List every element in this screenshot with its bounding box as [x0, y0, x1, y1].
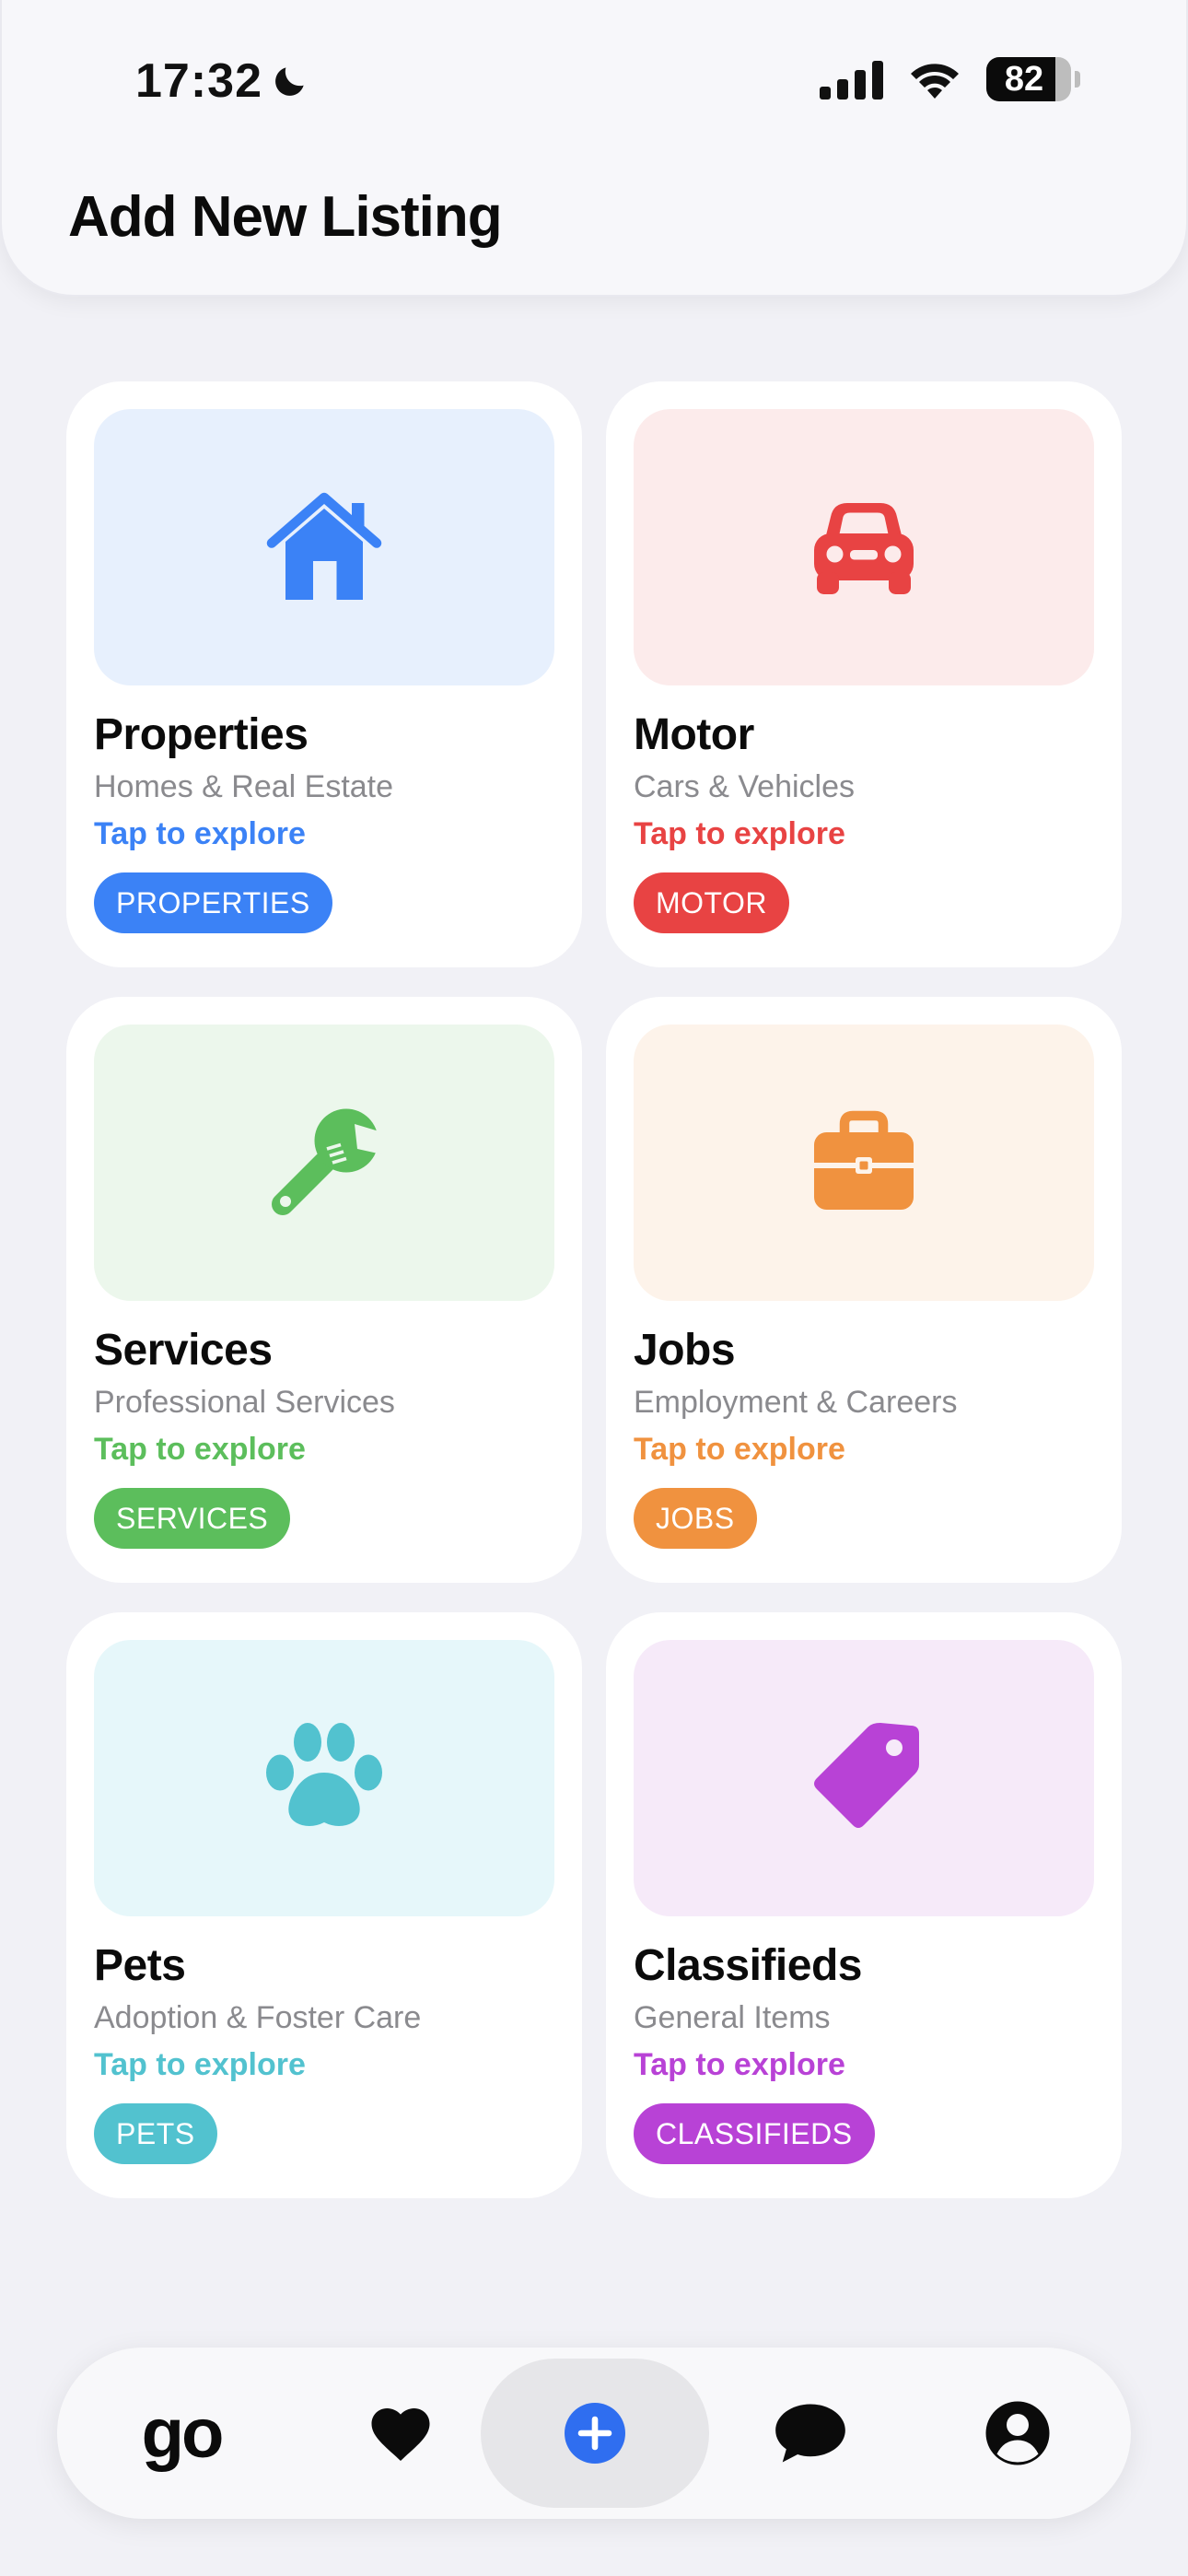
category-name: Pets	[94, 1941, 186, 1990]
category-card-properties[interactable]: Properties Homes & Real Estate Tap to ex…	[66, 381, 582, 967]
page: 17:32 82 Add New Listing Properties Home…	[0, 0, 1188, 2576]
category-tag: JOBS	[634, 1488, 757, 1549]
category-name: Services	[94, 1326, 273, 1375]
category-card-motor[interactable]: Motor Cars & Vehicles Tap to explore MOT…	[606, 381, 1122, 967]
category-card-jobs[interactable]: Jobs Employment & Careers Tap to explore…	[606, 997, 1122, 1583]
category-name: Motor	[634, 710, 754, 759]
category-card-services[interactable]: Services Professional Services Tap to ex…	[66, 997, 582, 1583]
category-subtitle: Professional Services	[94, 1385, 395, 1420]
battery-level: 82	[1004, 59, 1044, 99]
chat-bubble-icon	[775, 2404, 845, 2463]
tap-to-explore-link[interactable]: Tap to explore	[94, 2047, 554, 2083]
category-thumb	[94, 409, 554, 685]
category-tag: CLASSIFIEDS	[634, 2103, 875, 2164]
cellular-signal-icon	[820, 59, 883, 100]
tab-favorites[interactable]	[350, 2348, 451, 2519]
tag-icon	[814, 1723, 919, 1828]
battery-icon: 82	[986, 57, 1071, 101]
header: 17:32 82 Add New Listing	[0, 0, 1188, 297]
category-tag: PROPERTIES	[94, 872, 332, 933]
moon-icon	[275, 67, 304, 96]
tab-messages[interactable]	[755, 2348, 866, 2519]
tap-to-explore-link[interactable]: Tap to explore	[634, 816, 1094, 852]
clock-text: 17:32	[135, 54, 262, 108]
go-logo: go	[141, 2394, 225, 2473]
tab-profile[interactable]	[967, 2348, 1068, 2519]
category-tag: PETS	[94, 2103, 217, 2164]
page-title: Add New Listing	[68, 185, 503, 249]
tap-to-explore-link[interactable]: Tap to explore	[94, 816, 554, 852]
status-icons: 82	[820, 55, 1080, 103]
category-subtitle: Cars & Vehicles	[634, 769, 855, 804]
wifi-icon	[911, 64, 959, 99]
plus-circle-icon	[565, 2403, 625, 2464]
house-icon	[266, 492, 382, 600]
profile-icon	[985, 2401, 1050, 2465]
paw-icon	[266, 1723, 382, 1826]
heart-icon	[371, 2408, 430, 2461]
category-grid: Properties Homes & Real Estate Tap to ex…	[66, 381, 1122, 2198]
car-icon	[814, 503, 914, 594]
category-thumb	[634, 1640, 1094, 1916]
briefcase-icon	[814, 1110, 914, 1210]
category-subtitle: General Items	[634, 2000, 831, 2035]
category-thumb	[94, 1640, 554, 1916]
tab-add-listing[interactable]	[481, 2348, 709, 2519]
category-subtitle: Employment & Careers	[634, 1385, 958, 1420]
status-time: 17:32	[135, 53, 310, 109]
tap-to-explore-link[interactable]: Tap to explore	[94, 1432, 554, 1468]
category-card-pets[interactable]: Pets Adoption & Foster Care Tap to explo…	[66, 1612, 582, 2198]
tab-home[interactable]: go	[122, 2348, 241, 2519]
wrench-icon	[272, 1108, 382, 1215]
category-tag: SERVICES	[94, 1488, 291, 1549]
tap-to-explore-link[interactable]: Tap to explore	[634, 1432, 1094, 1468]
category-thumb	[634, 1025, 1094, 1301]
category-name: Jobs	[634, 1326, 736, 1375]
category-thumb	[634, 409, 1094, 685]
add-tab-highlight	[481, 2359, 709, 2508]
category-subtitle: Homes & Real Estate	[94, 769, 394, 804]
category-name: Classifieds	[634, 1941, 862, 1990]
category-name: Properties	[94, 710, 309, 759]
category-thumb	[94, 1025, 554, 1301]
tap-to-explore-link[interactable]: Tap to explore	[634, 2047, 1094, 2083]
category-subtitle: Adoption & Foster Care	[94, 2000, 422, 2035]
category-tag: MOTOR	[634, 872, 790, 933]
category-card-classifieds[interactable]: Classifieds General Items Tap to explore…	[606, 1612, 1122, 2198]
bottom-tab-bar: go	[57, 2348, 1131, 2519]
